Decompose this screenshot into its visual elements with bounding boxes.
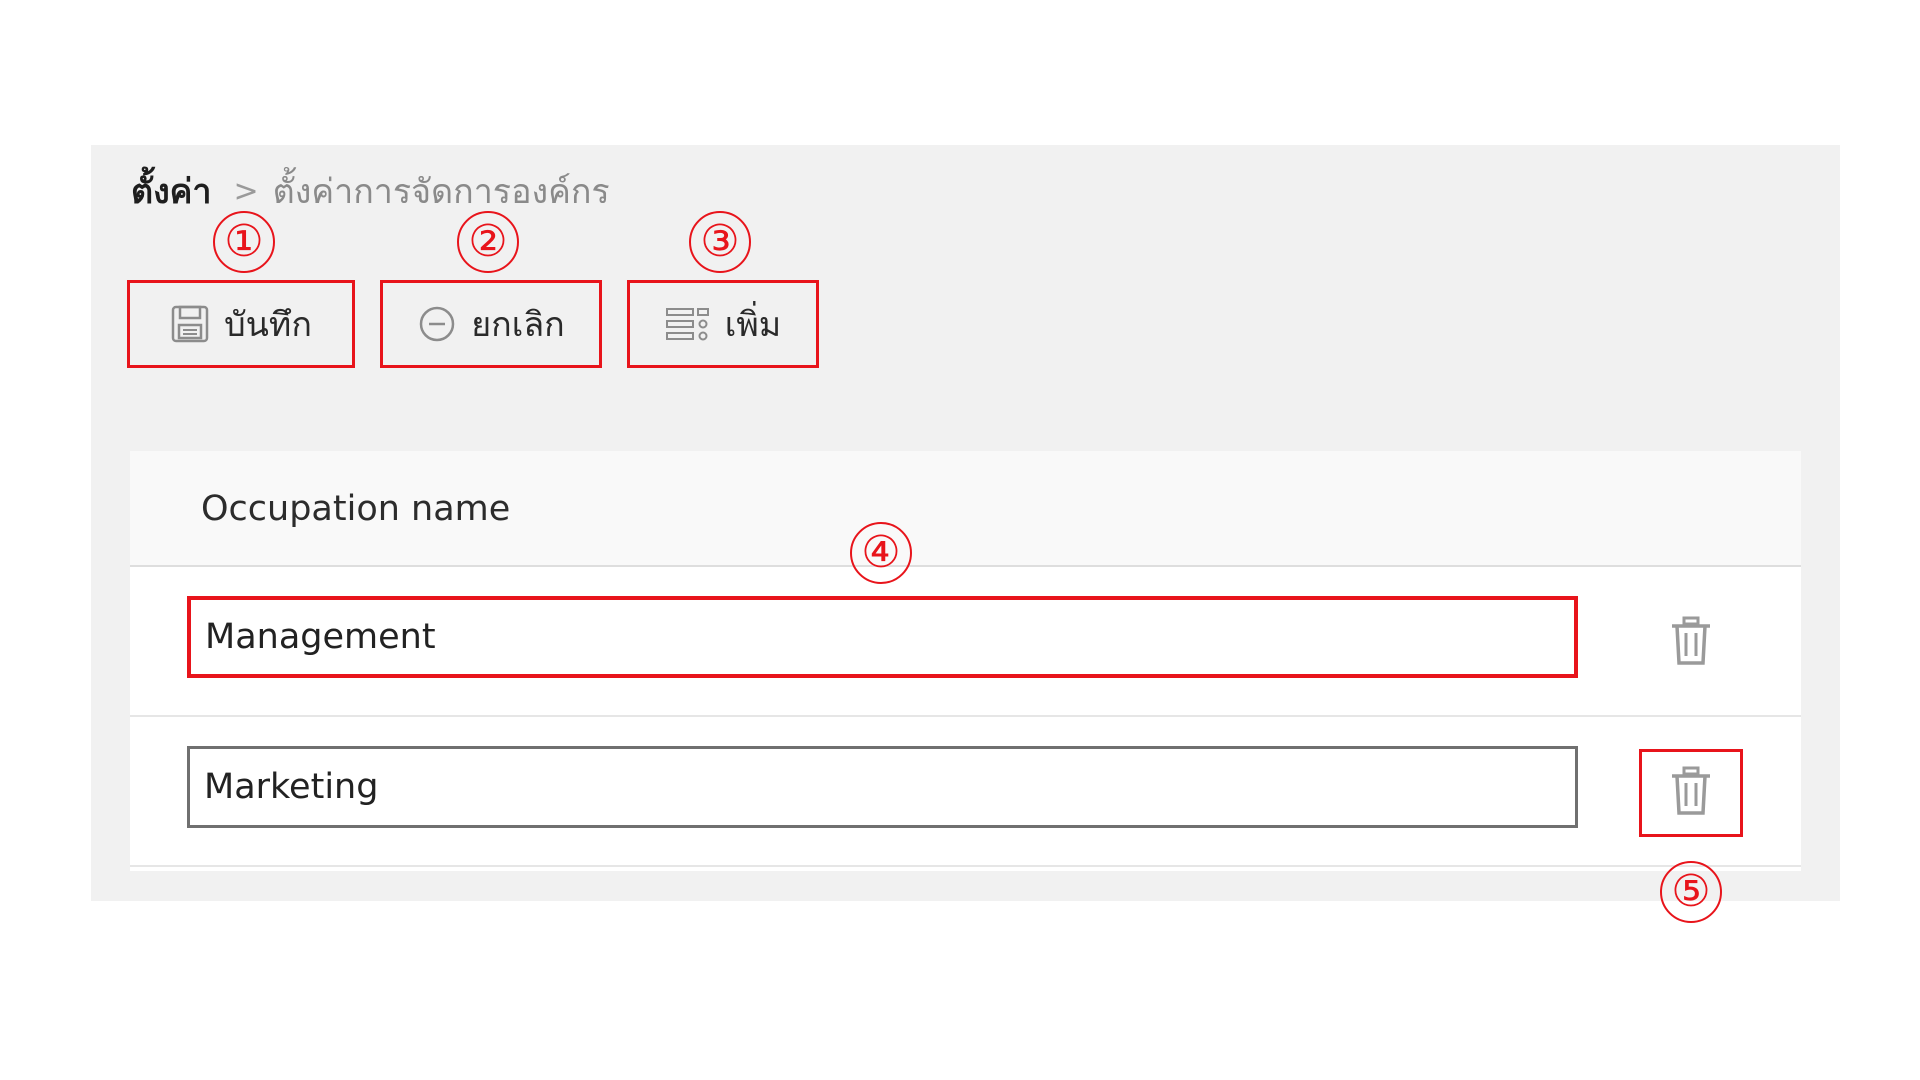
occupation-name-input[interactable]	[187, 746, 1578, 828]
cancel-button[interactable]: ยกเลิก	[380, 280, 602, 368]
add-button-label: เพิ่ม	[724, 305, 782, 345]
save-button[interactable]: บันทึก	[127, 280, 355, 368]
table-row	[130, 717, 1801, 867]
floppy-disk-icon	[170, 304, 210, 344]
delete-row-button[interactable]	[1639, 749, 1743, 837]
occupation-name-input[interactable]	[187, 596, 1578, 678]
breadcrumb-root[interactable]: ตั้งค่า	[131, 175, 212, 209]
trash-icon	[1669, 766, 1713, 820]
breadcrumb-current: ตั้งค่าการจัดการองค์กร	[272, 172, 610, 212]
table-header: Occupation name	[130, 451, 1801, 567]
breadcrumb: ตั้งค่า > ตั้งค่าการจัดการองค์กร	[131, 175, 610, 209]
minus-circle-icon	[417, 304, 457, 344]
delete-row-button[interactable]	[1639, 599, 1743, 687]
callout-marker-3: ③	[689, 211, 751, 273]
settings-panel: ตั้งค่า > ตั้งค่าการจัดการองค์กร ① ② ③ บ…	[91, 145, 1840, 923]
trash-icon	[1669, 616, 1713, 670]
column-header-occupation-name: Occupation name	[201, 489, 511, 529]
add-button[interactable]: เพิ่ม	[627, 280, 819, 368]
occupation-table: Occupation name	[130, 451, 1801, 871]
save-button-label: บันทึก	[224, 305, 312, 345]
list-add-icon	[665, 306, 711, 342]
breadcrumb-separator: >	[233, 174, 259, 209]
callout-marker-5: ⑤	[1660, 861, 1722, 923]
callout-marker-2: ②	[457, 211, 519, 273]
cancel-button-label: ยกเลิก	[471, 305, 565, 345]
callout-marker-4: ④	[850, 522, 912, 584]
table-row	[130, 567, 1801, 717]
callout-marker-1: ①	[213, 211, 275, 273]
